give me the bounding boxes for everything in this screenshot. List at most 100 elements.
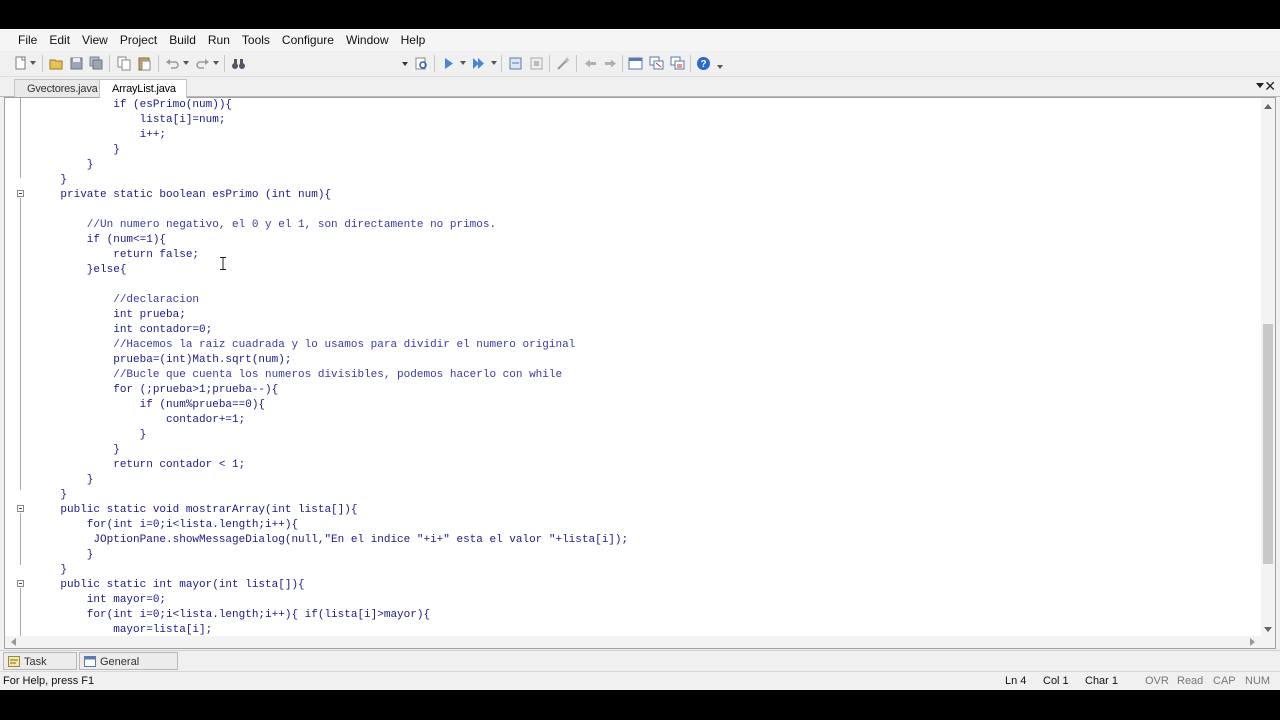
toolbar-separator [109, 55, 110, 72]
toolbar-separator [622, 55, 623, 72]
menu-file[interactable]: File [12, 29, 43, 51]
scroll-right-icon[interactable] [1250, 638, 1255, 646]
code-line: for (;prueba>1;prueba--){ [34, 384, 279, 396]
menu-configure[interactable]: Configure [276, 29, 340, 51]
toolbar-separator [224, 55, 225, 72]
open-folder-icon[interactable] [49, 56, 64, 71]
save-all-icon[interactable] [89, 56, 104, 71]
code-line: i++; [34, 129, 167, 141]
code-line: if (esPrimo(num)){ [34, 99, 233, 111]
code-line: mayor=lista[i]; [34, 624, 213, 636]
undo-dropdown-icon[interactable] [183, 61, 189, 65]
toolbar-options-icon[interactable] [717, 65, 723, 69]
tab-arraylist[interactable]: ArrayList.java [99, 79, 187, 98]
nav-back-icon[interactable] [583, 56, 598, 71]
fold-collapse-icon[interactable] [17, 505, 24, 512]
run-icon[interactable] [441, 56, 456, 71]
search-combo[interactable] [252, 55, 410, 72]
find-in-files-icon[interactable] [414, 56, 429, 71]
copy-icon[interactable] [117, 56, 132, 71]
fold-collapse-icon[interactable] [17, 580, 24, 587]
binoculars-icon[interactable] [231, 56, 246, 71]
menu-edit[interactable]: Edit [43, 29, 76, 51]
code-line: contador+=1; [34, 414, 246, 426]
task-view-icon [8, 656, 20, 667]
code-line: return contador < 1; [34, 459, 246, 471]
code-line: lista[i]=num; [34, 114, 226, 126]
code-line: //Hacemos la raiz cuadrada y lo usamos p… [34, 339, 576, 351]
scroll-left-icon[interactable] [11, 638, 16, 646]
code-line: }else{ [34, 264, 127, 276]
undo-icon[interactable] [165, 56, 180, 71]
nav-forward-icon[interactable] [603, 56, 618, 71]
output-window-icon [84, 656, 96, 667]
scroll-down-icon[interactable] [1264, 627, 1272, 632]
code-line: if (num<=1){ [34, 234, 167, 246]
horizontal-scrollbar[interactable] [5, 636, 1263, 648]
wand-icon[interactable] [556, 56, 571, 71]
redo-dropdown-icon[interactable] [213, 61, 219, 65]
paste-icon[interactable] [137, 56, 152, 71]
stop-icon[interactable] [529, 56, 544, 71]
code-line: if (num%prueba==0){ [34, 399, 266, 411]
toolbar-separator [42, 55, 43, 72]
code-line: } [34, 144, 120, 156]
toolbar-separator [501, 55, 502, 72]
menu-run[interactable]: Run [202, 29, 236, 51]
run-dropdown-icon[interactable] [460, 61, 466, 65]
toolbar-separator [690, 55, 691, 72]
code-line: } [34, 564, 68, 576]
windows-icon[interactable] [649, 56, 664, 71]
save-icon[interactable] [69, 56, 84, 71]
status-overwrite: OVR [1145, 675, 1169, 687]
tab-task-view[interactable]: Task View [3, 652, 77, 686]
menu-view[interactable]: View [76, 29, 114, 51]
code-line: public static void mostrarArray(int list… [34, 504, 358, 516]
code-line: } [34, 549, 94, 561]
menu-help[interactable]: Help [395, 29, 432, 51]
help-icon[interactable]: ? [696, 56, 711, 71]
ide-window: File Edit View Project Build Run Tools C… [0, 29, 1280, 690]
code-line: int contador=0; [34, 324, 213, 336]
scrollbar-thumb[interactable] [1263, 324, 1273, 564]
code-line: JOptionPane.showMessageDialog(null,"En e… [34, 534, 629, 546]
fold-collapse-icon[interactable] [17, 190, 24, 197]
close-icon[interactable]: ✕ [1264, 78, 1276, 94]
fold-line [20, 98, 21, 178]
menu-window[interactable]: Window [340, 29, 395, 51]
code-line: public static int mayor(int lista[]){ [34, 579, 305, 591]
output-panel-tabs: Task View General Output [0, 650, 1280, 686]
menu-project[interactable]: Project [114, 29, 163, 51]
tab-list-dropdown-icon[interactable] [1256, 83, 1264, 88]
compile-icon[interactable] [508, 56, 523, 71]
tab-general-output[interactable]: General Output [79, 652, 178, 686]
chevron-down-icon [402, 62, 408, 66]
code-line: return false; [34, 249, 200, 261]
redo-icon[interactable] [195, 56, 210, 71]
new-file-icon[interactable] [13, 56, 28, 71]
status-bar: For Help, press F1 Ln 4 Col 1 Char 1 OVR… [0, 671, 1280, 690]
fold-line [20, 588, 21, 638]
code-line: prueba=(int)Math.sqrt(num); [34, 354, 292, 366]
menu-tools[interactable]: Tools [236, 29, 276, 51]
windows-list-icon[interactable] [670, 56, 685, 71]
code-area[interactable]: if (esPrimo(num)){ lista[i]=num; i++; } … [34, 98, 1261, 636]
debug-icon[interactable] [471, 56, 486, 71]
debug-dropdown-icon[interactable] [491, 61, 497, 65]
code-editor[interactable]: if (esPrimo(num)){ lista[i]=num; i++; } … [4, 97, 1276, 649]
vertical-scrollbar[interactable] [1261, 98, 1275, 648]
code-line: } [34, 489, 68, 501]
tab-gvectores[interactable]: Gvectores.java [14, 79, 101, 97]
window-icon[interactable] [628, 56, 643, 71]
new-file-dropdown-icon[interactable] [30, 61, 36, 65]
fold-gutter [5, 98, 33, 648]
status-numlock: NUM [1245, 675, 1271, 687]
code-line: //declaracion [34, 294, 200, 306]
code-line: //Bucle que cuenta los numeros divisible… [34, 369, 563, 381]
status-line: Ln 4 [1005, 675, 1027, 687]
scroll-up-icon[interactable] [1264, 104, 1272, 109]
code-line: } [34, 429, 147, 441]
status-help-text: For Help, press F1 [3, 675, 95, 687]
menu-build[interactable]: Build [163, 29, 202, 51]
tab-label: ArrayList.java [112, 83, 176, 95]
